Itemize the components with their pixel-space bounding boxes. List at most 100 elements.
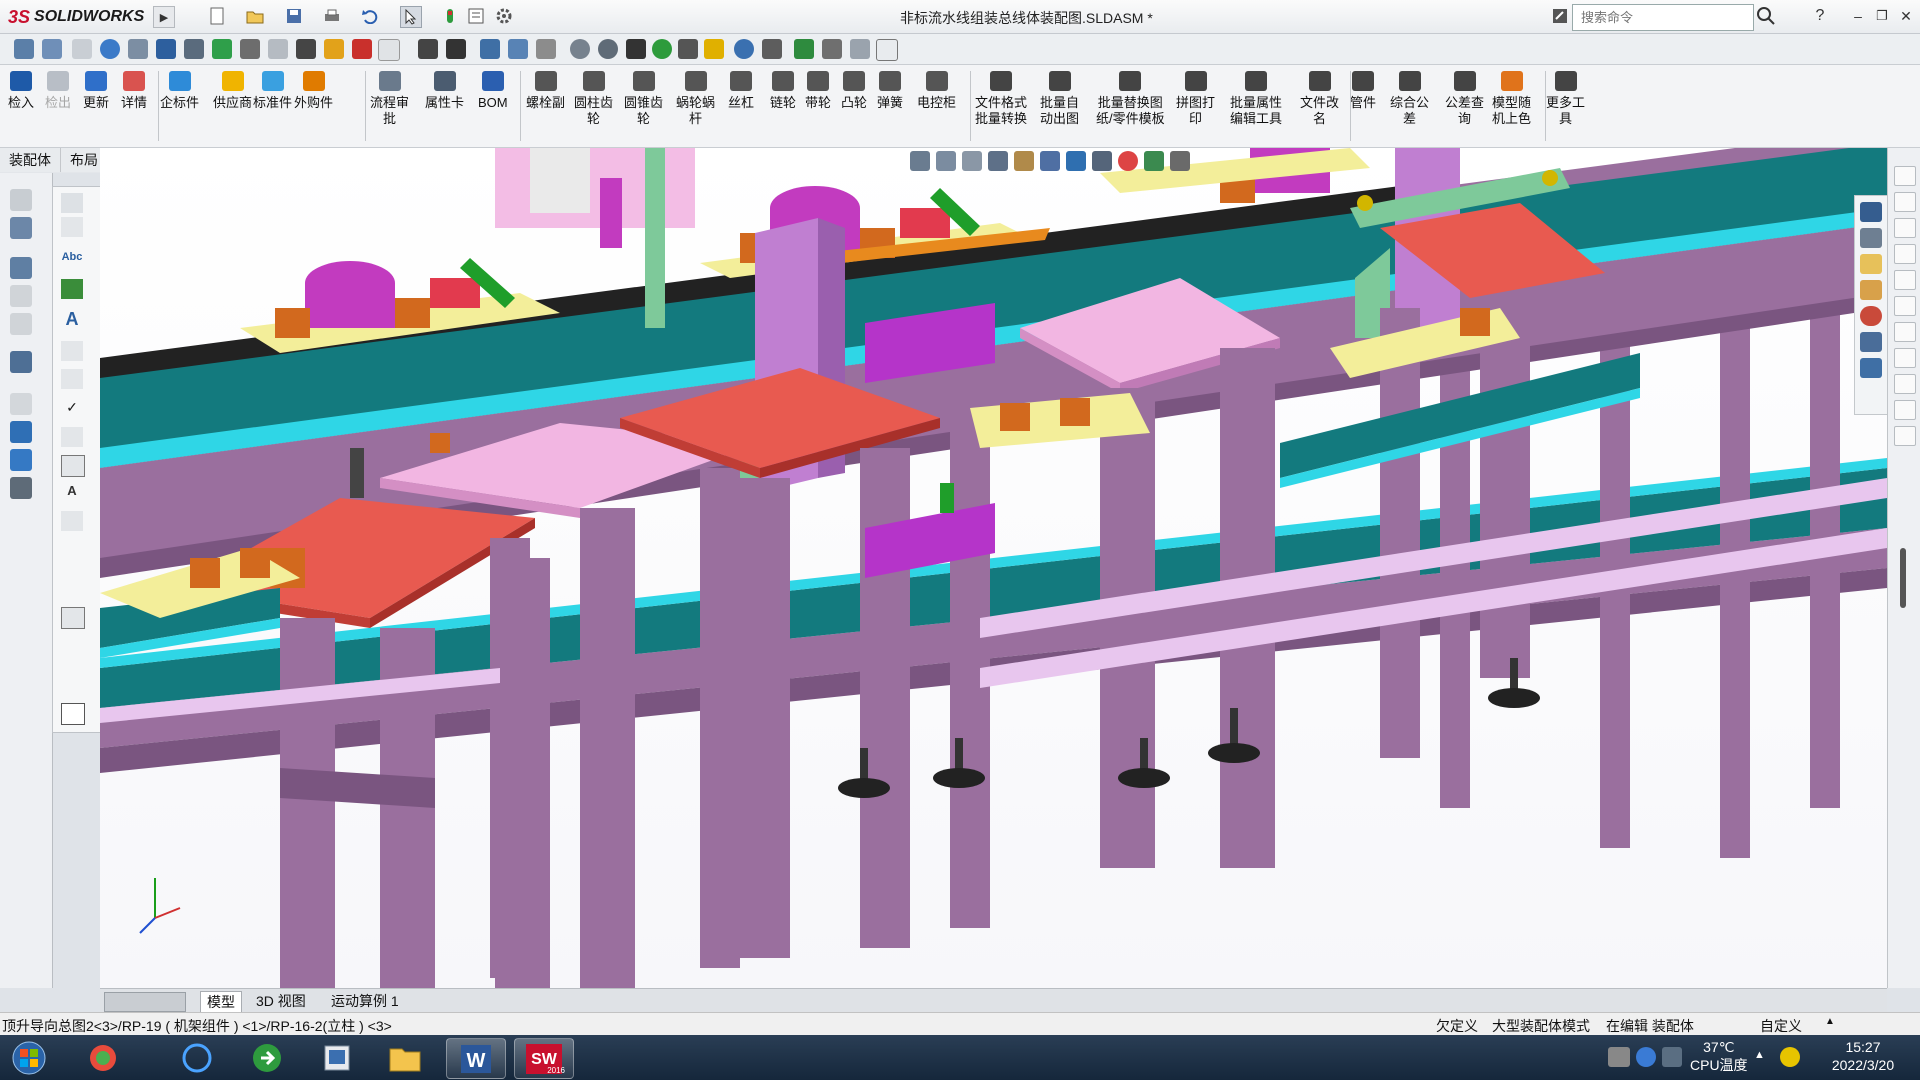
taskbar-app-icon[interactable]: [238, 1038, 296, 1077]
hide-show-icon[interactable]: [1092, 151, 1112, 171]
command-button[interactable]: 流程审 批: [370, 71, 409, 127]
search-scope-icon[interactable]: [1550, 6, 1570, 26]
start-button[interactable]: [4, 1038, 54, 1077]
strip-tool-icon[interactable]: [1894, 192, 1916, 212]
open-folder-icon[interactable]: [245, 6, 265, 26]
checklist-icon[interactable]: [61, 279, 83, 299]
command-button[interactable]: 外购件: [294, 71, 333, 111]
appearance-icon[interactable]: [10, 351, 32, 373]
plugin-icon[interactable]: [14, 39, 34, 59]
strip-tool-icon[interactable]: [1894, 166, 1916, 186]
command-button[interactable]: 链轮: [770, 71, 796, 111]
property-manager-icon[interactable]: [10, 217, 32, 239]
plugin-icon[interactable]: [850, 39, 870, 59]
command-button[interactable]: 企标件: [160, 71, 199, 111]
search-commands-box[interactable]: [1572, 4, 1754, 31]
taskbar-app-icon[interactable]: [74, 1038, 132, 1077]
dynamic-annotation-icon[interactable]: [1014, 151, 1034, 171]
restore-button[interactable]: ❐: [1872, 6, 1892, 26]
display-manager-icon[interactable]: [10, 313, 32, 335]
clock[interactable]: 15:27 2022/3/20: [1820, 1038, 1906, 1074]
command-button[interactable]: 检出: [45, 71, 71, 111]
file-properties-icon[interactable]: [466, 6, 486, 26]
command-button[interactable]: 批量替换图 纸/零件模板: [1096, 71, 1165, 127]
plugin-icon[interactable]: [704, 39, 724, 59]
tray-icon[interactable]: [1662, 1047, 1682, 1067]
plugin-icon[interactable]: [72, 39, 92, 59]
search-icon[interactable]: [1756, 6, 1776, 26]
design-library-icon[interactable]: [1860, 228, 1882, 248]
view-palette-icon[interactable]: [1860, 280, 1882, 300]
strip-tool-icon[interactable]: [1894, 400, 1916, 420]
zoom-to-fit-icon[interactable]: [910, 151, 930, 171]
file-explorer-icon[interactable]: [1860, 254, 1882, 274]
plugin-icon[interactable]: [480, 39, 500, 59]
plugin-icon[interactable]: [42, 39, 62, 59]
plugin-icon[interactable]: [324, 39, 344, 59]
command-button[interactable]: 圆柱齿 轮: [574, 71, 613, 127]
tool-icon[interactable]: [61, 455, 85, 477]
strip-tool-icon[interactable]: [1894, 218, 1916, 238]
solidworks-logo[interactable]: 3S SOLIDWORKS: [8, 5, 144, 29]
command-button[interactable]: 文件格式 批量转换: [975, 71, 1027, 127]
plugin-icon[interactable]: [128, 39, 148, 59]
annotation-icon[interactable]: A: [61, 483, 83, 503]
command-button[interactable]: 弹簧: [877, 71, 903, 111]
appearances-icon[interactable]: [1860, 306, 1882, 326]
measure-icon[interactable]: [446, 39, 466, 59]
close-button[interactable]: ✕: [1896, 6, 1916, 26]
plugin-icon[interactable]: [156, 39, 176, 59]
tab-scroll-arrows[interactable]: [104, 992, 186, 1012]
help-tray-icon[interactable]: [1636, 1047, 1656, 1067]
undo-icon[interactable]: [360, 6, 380, 26]
plugin-icon[interactable]: [876, 39, 898, 61]
scrollbar-thumb[interactable]: [1900, 548, 1906, 608]
key-icon[interactable]: [418, 39, 438, 59]
print-icon[interactable]: [322, 6, 342, 26]
tool-icon[interactable]: [61, 369, 83, 389]
plugin-icon[interactable]: [212, 39, 232, 59]
new-document-icon[interactable]: [207, 6, 227, 26]
tool-icon[interactable]: [61, 427, 83, 447]
plugin-icon[interactable]: [508, 39, 528, 59]
command-button[interactable]: 蜗轮蜗 杆: [676, 71, 715, 127]
units-custom[interactable]: 自定义: [1760, 1016, 1802, 1036]
feature-tree-icon[interactable]: [10, 189, 32, 211]
tray-app-icon[interactable]: [1780, 1047, 1800, 1067]
forum-icon[interactable]: [1860, 358, 1882, 378]
gear-icon[interactable]: [570, 39, 590, 59]
strip-tool-icon[interactable]: [1894, 296, 1916, 316]
strip-tool-icon[interactable]: [1894, 348, 1916, 368]
model-tab[interactable]: 模型: [200, 991, 242, 1012]
line-tool-icon[interactable]: [61, 193, 83, 213]
edit-appearance-icon[interactable]: [1118, 151, 1138, 171]
plugin-icon[interactable]: [626, 39, 646, 59]
view-settings-icon[interactable]: [1170, 151, 1190, 171]
select-pointer-icon[interactable]: [400, 6, 422, 28]
options-gear-icon[interactable]: [494, 6, 514, 26]
command-button[interactable]: 综合公 差: [1390, 71, 1429, 127]
command-button[interactable]: 检入: [8, 71, 34, 111]
command-button[interactable]: 管件: [1350, 71, 1376, 111]
tool-icon[interactable]: [61, 341, 83, 361]
command-button[interactable]: 文件改 名: [1300, 71, 1339, 127]
plugin-icon[interactable]: [678, 39, 698, 59]
gear-icon[interactable]: [598, 39, 618, 59]
show-hidden-icons[interactable]: ▲: [1754, 1049, 1765, 1061]
solidworks-taskbar-icon[interactable]: SW 2016: [514, 1038, 574, 1079]
assembly-model[interactable]: [100, 148, 1887, 988]
network-icon[interactable]: [1608, 1047, 1630, 1067]
plugin-icon[interactable]: [536, 39, 556, 59]
zoom-area-icon[interactable]: [936, 151, 956, 171]
command-button[interactable]: 凸轮: [841, 71, 867, 111]
command-button[interactable]: 带轮: [805, 71, 831, 111]
search-commands-input[interactable]: [1579, 9, 1753, 26]
panel-tool-icon[interactable]: [10, 421, 32, 443]
plugin-icon[interactable]: [652, 39, 672, 59]
table-icon[interactable]: [61, 703, 85, 725]
menu-expand-button[interactable]: ▶: [153, 6, 175, 28]
plugin-icon[interactable]: [822, 39, 842, 59]
command-button[interactable]: 丝杠: [728, 71, 754, 111]
command-button[interactable]: 更多工 具: [1546, 71, 1585, 127]
apply-scene-icon[interactable]: [1144, 151, 1164, 171]
